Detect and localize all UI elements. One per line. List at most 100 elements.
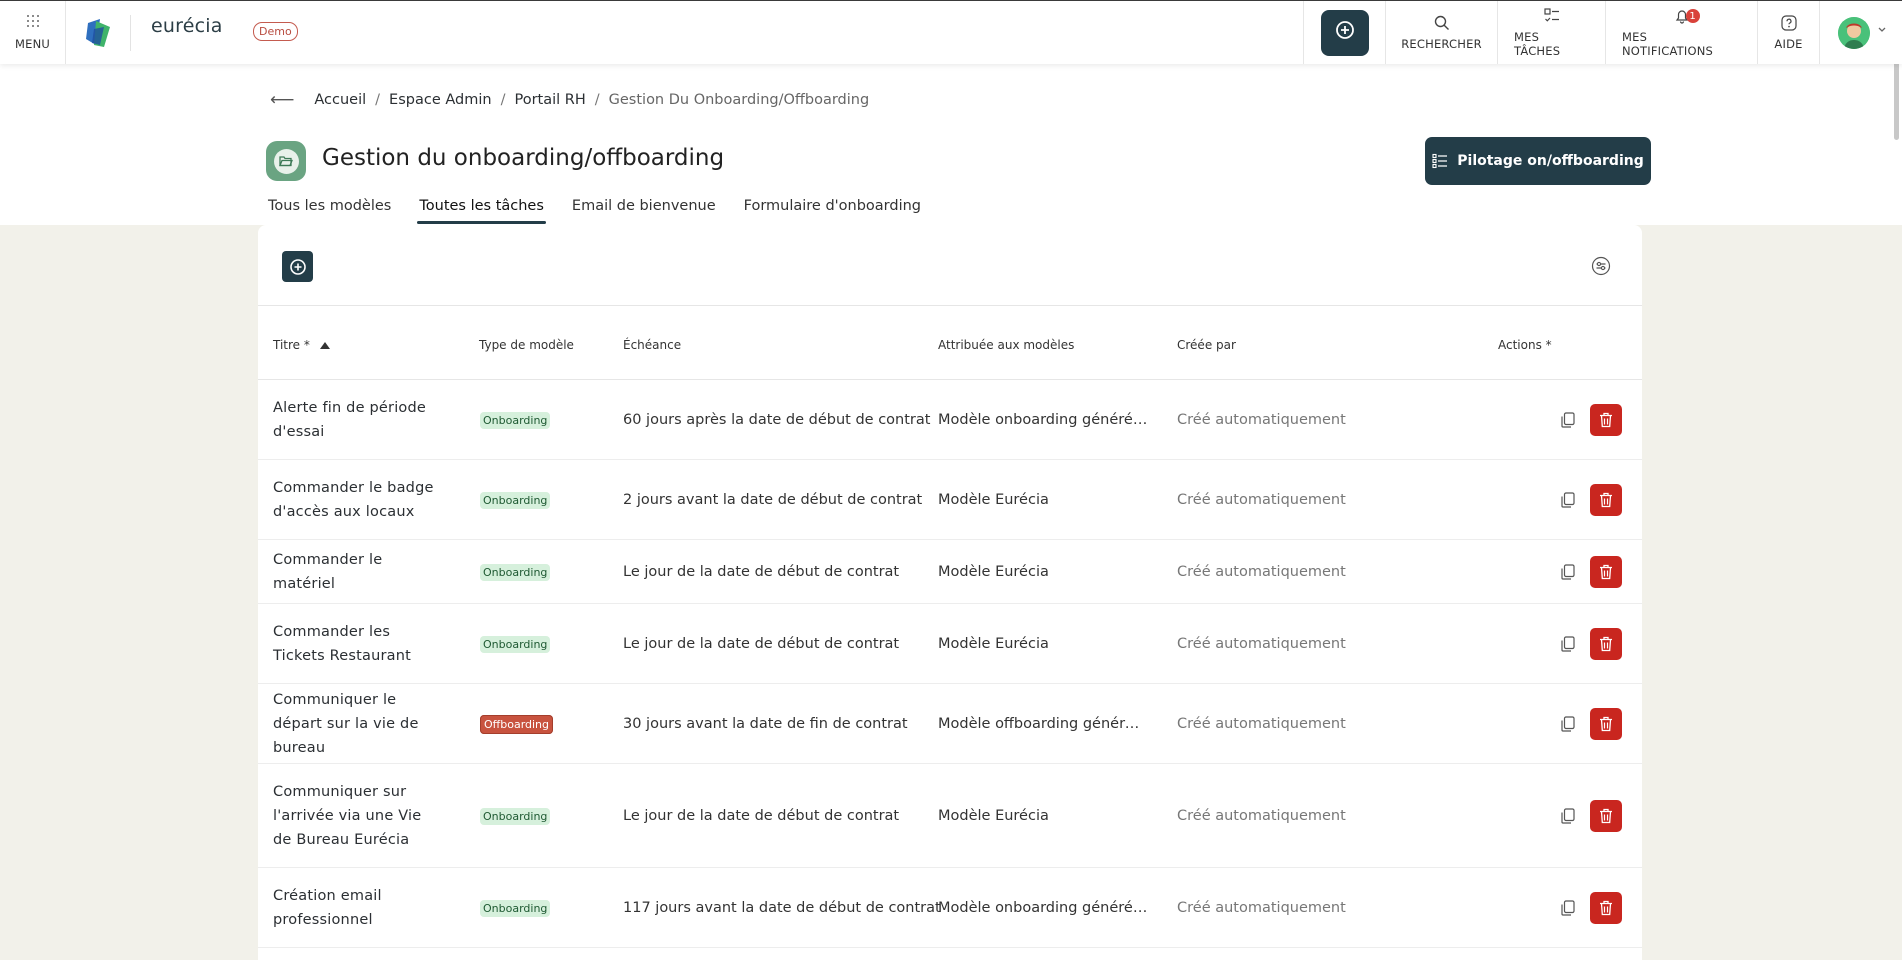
- delete-button[interactable]: [1590, 799, 1622, 832]
- row-actions: [1558, 627, 1622, 660]
- menu-label: MENU: [14, 36, 50, 51]
- table-header: Titre * Type de modèle Échéance Attribué…: [258, 306, 1642, 380]
- user-menu[interactable]: [1819, 1, 1902, 64]
- delete-button[interactable]: [1590, 555, 1622, 588]
- task-title[interactable]: Alerte fin de période d'essai: [273, 396, 443, 444]
- pilotage-button[interactable]: Pilotage on/offboarding: [1425, 137, 1651, 185]
- task-title[interactable]: Commander les Tickets Restaurant: [273, 620, 443, 668]
- search-label: RECHERCHER: [1401, 36, 1482, 51]
- search-button[interactable]: RECHERCHER: [1385, 1, 1497, 64]
- copy-icon[interactable]: [1558, 490, 1578, 510]
- task-title[interactable]: Création email professionnel: [273, 884, 443, 932]
- demo-badge: Demo: [253, 22, 298, 41]
- column-header-created-by[interactable]: Créée par: [1177, 338, 1236, 352]
- pilotage-button-label: Pilotage on/offboarding: [1457, 153, 1644, 169]
- tab-onboarding-form[interactable]: Formulaire d'onboarding: [744, 198, 921, 220]
- trash-icon: [1600, 636, 1612, 651]
- copy-icon[interactable]: [1558, 562, 1578, 582]
- model-type-badge: Onboarding: [480, 491, 551, 509]
- plus-circle-icon: [1320, 9, 1369, 56]
- model-type-cell: Offboarding: [480, 714, 554, 734]
- table-row[interactable]: Alerte fin de période d'essai Onboarding 6…: [258, 380, 1642, 460]
- deadline-cell: Le jour de la date de début de contrat: [623, 563, 900, 580]
- notifications-count-badge: 1: [1685, 9, 1700, 23]
- table-row[interactable]: Commander le badge d'accès aux locaux Onb…: [258, 460, 1642, 540]
- tab-welcome-email[interactable]: Email de bienvenue: [572, 198, 716, 220]
- row-actions: [1558, 891, 1622, 924]
- deadline-cell: 117 jours avant la date de début de cont…: [623, 899, 941, 916]
- breadcrumb-admin[interactable]: Espace Admin: [389, 92, 492, 108]
- menu-button[interactable]: MENU: [0, 1, 66, 64]
- filter-icon[interactable]: [1590, 255, 1612, 277]
- delete-button[interactable]: [1590, 403, 1622, 436]
- avatar: [1838, 16, 1870, 49]
- tasks-card: Titre * Type de modèle Échéance Attribué…: [258, 225, 1642, 960]
- quick-add-button[interactable]: [1303, 1, 1385, 64]
- breadcrumb: ⟵ Accueil / Espace Admin / Portail RH / …: [270, 90, 869, 110]
- tab-all-models[interactable]: Tous les modèles: [268, 198, 391, 220]
- column-header-assigned[interactable]: Attribuée aux modèles: [938, 338, 1074, 352]
- column-header-title-label: Titre *: [273, 338, 310, 352]
- table-row[interactable]: Commander le matériel Onboarding Le jour d…: [258, 540, 1642, 604]
- row-actions: [1558, 707, 1622, 740]
- notifications-label: MES NOTIFICATIONS: [1622, 29, 1714, 58]
- delete-button[interactable]: [1590, 707, 1622, 740]
- deadline-cell: Le jour de la date de début de contrat: [623, 807, 900, 824]
- delete-button[interactable]: [1590, 483, 1622, 516]
- trash-icon: [1600, 716, 1612, 731]
- table-row[interactable]: Communiquer le départ sur la vie de bure…: [258, 684, 1642, 764]
- help-button[interactable]: AIDE: [1757, 1, 1819, 64]
- my-tasks-label: MES TÂCHES: [1514, 29, 1561, 58]
- created-by-cell: Créé automatiquement: [1177, 635, 1346, 652]
- model-type-cell: Onboarding: [480, 807, 551, 825]
- tab-all-tasks[interactable]: Toutes les tâches: [417, 198, 546, 224]
- model-type-cell: Onboarding: [480, 635, 551, 653]
- breadcrumb-hr-portal[interactable]: Portail RH: [514, 92, 585, 108]
- copy-icon[interactable]: [1558, 634, 1578, 654]
- created-by-cell: Créé automatiquement: [1177, 807, 1346, 824]
- assigned-models-cell: Modèle offboarding généré au…: [938, 715, 1148, 732]
- created-by-cell: Créé automatiquement: [1177, 715, 1346, 732]
- eurecia-logo[interactable]: [82, 15, 114, 51]
- model-type-badge: Onboarding: [480, 807, 551, 825]
- top-bar: MENU eurécia Demo RECHERCHER MES TÂCHES …: [0, 0, 1902, 64]
- task-title[interactable]: Communiquer sur l'arrivée via une Vie de…: [273, 780, 443, 852]
- column-header-title[interactable]: Titre *: [273, 338, 330, 352]
- trash-icon: [1600, 564, 1612, 579]
- copy-icon[interactable]: [1558, 898, 1578, 918]
- copy-icon[interactable]: [1558, 410, 1578, 430]
- table-row[interactable]: Communiquer sur l'arrivée via une Vie de…: [258, 764, 1642, 868]
- column-header-type[interactable]: Type de modèle: [479, 338, 574, 352]
- copy-icon[interactable]: [1558, 714, 1578, 734]
- breadcrumb-separator: /: [594, 92, 600, 108]
- chevron-down-icon: [1878, 27, 1886, 32]
- task-title[interactable]: Commander le matériel: [273, 548, 443, 596]
- row-actions: [1558, 799, 1622, 832]
- task-title[interactable]: Commander le badge d'accès aux locaux: [273, 476, 443, 524]
- notifications-button[interactable]: 1 MES NOTIFICATIONS: [1605, 1, 1757, 64]
- breadcrumb-separator: /: [375, 92, 381, 108]
- deadline-cell: 2 jours avant la date de début de contra…: [623, 491, 923, 508]
- delete-button[interactable]: [1590, 627, 1622, 660]
- table-row[interactable]: Création email professionnel Onboarding 11…: [258, 868, 1642, 948]
- assigned-models-cell: Modèle onboarding généré au…: [938, 411, 1148, 428]
- breadcrumb-home[interactable]: Accueil: [314, 92, 366, 108]
- task-title[interactable]: Communiquer le départ sur la vie de bure…: [273, 688, 443, 760]
- model-type-badge: Onboarding: [480, 899, 551, 917]
- sort-ascending-icon[interactable]: [319, 342, 330, 349]
- deadline-cell: Le jour de la date de début de contrat: [623, 635, 900, 652]
- table-row[interactable]: Commander les Tickets Restaurant Onboardi…: [258, 604, 1642, 684]
- my-tasks-button[interactable]: MES TÂCHES: [1497, 1, 1605, 64]
- created-by-cell: Créé automatiquement: [1177, 899, 1346, 916]
- page-header: ⟵ Accueil / Espace Admin / Portail RH / …: [0, 64, 1902, 225]
- add-task-button[interactable]: [282, 251, 313, 282]
- arrow-left-icon[interactable]: ⟵: [270, 90, 294, 110]
- table-body: Alerte fin de période d'essai Onboarding 6…: [258, 380, 1642, 948]
- plus-circle-icon: [289, 258, 306, 275]
- copy-icon[interactable]: [1558, 806, 1578, 826]
- assigned-models-cell: Modèle Eurécia: [938, 491, 1049, 508]
- list-icon: [1432, 153, 1448, 169]
- column-header-deadline[interactable]: Échéance: [623, 338, 681, 352]
- delete-button[interactable]: [1590, 891, 1622, 924]
- model-type-cell: Onboarding: [480, 411, 551, 429]
